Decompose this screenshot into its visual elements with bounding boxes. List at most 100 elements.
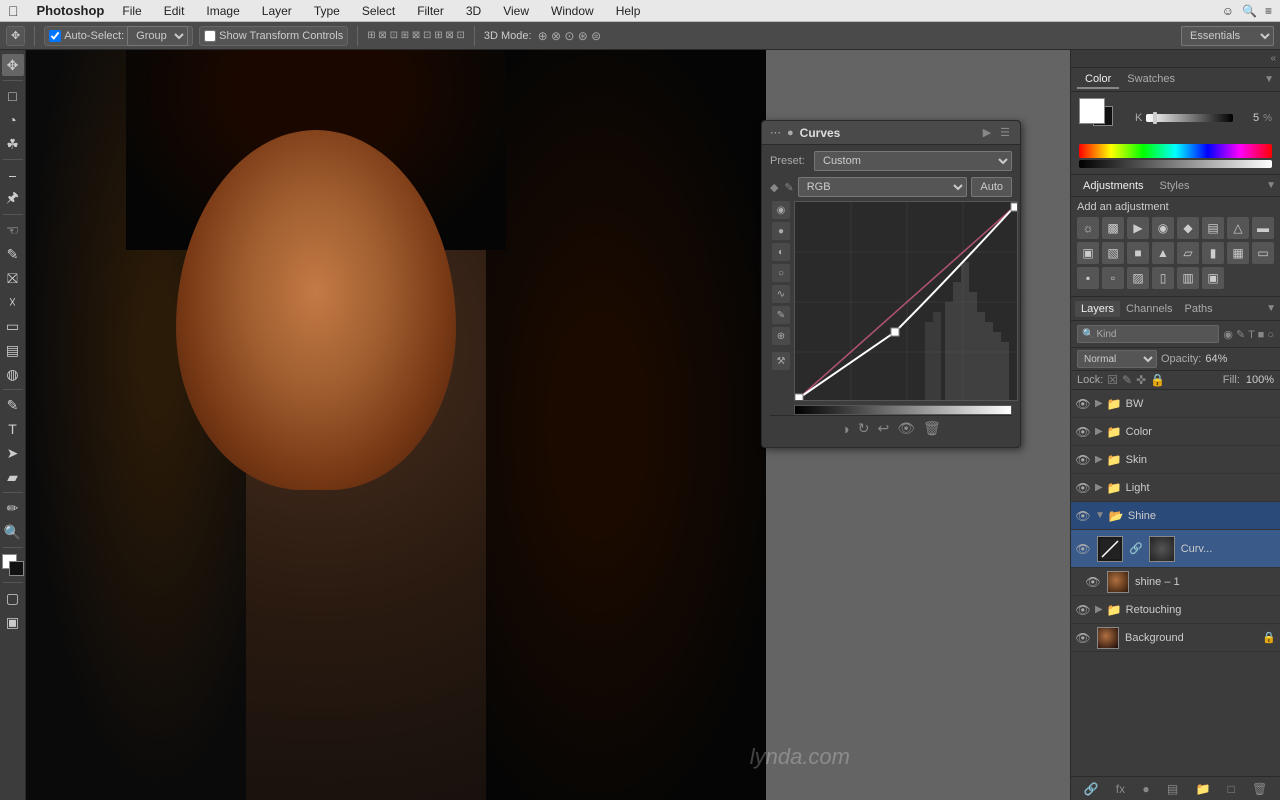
arrow-light[interactable]: ▶: [1095, 482, 1103, 493]
screen-mode-btn[interactable]: ▣: [2, 611, 24, 633]
menu-edit[interactable]: Edit: [160, 4, 189, 18]
text-tool[interactable]: T: [2, 418, 24, 440]
adj-gradient-fill-icon[interactable]: ▯: [1152, 267, 1174, 289]
lock-image-icon[interactable]: ✎: [1122, 373, 1132, 387]
adj-collapse-icon[interactable]: ▼: [1266, 180, 1276, 191]
adj-channel-mixer-icon[interactable]: ▧: [1102, 242, 1124, 264]
layer-row-retouching[interactable]: 👁 ▶ 📁 Retouching: [1071, 596, 1280, 624]
move-tool[interactable]: ✥: [2, 54, 24, 76]
lasso-tool[interactable]: ◔: [2, 109, 24, 131]
curves-canvas[interactable]: [794, 201, 1018, 401]
adj-grid-icon[interactable]: ▣: [1202, 267, 1224, 289]
menu-icon[interactable]: ≡: [1265, 4, 1272, 18]
adj-bw-icon[interactable]: ▬: [1252, 217, 1274, 239]
hand-tool[interactable]: ✏: [2, 497, 24, 519]
dodge-tool[interactable]: ◍: [2, 363, 24, 385]
tab-color[interactable]: Color: [1077, 71, 1119, 89]
lock-transparent-icon[interactable]: ☒: [1107, 373, 1118, 387]
curves-smooth-icon[interactable]: ∿: [772, 285, 790, 303]
panel-menu-icon[interactable]: ☰: [998, 126, 1012, 140]
history-brush[interactable]: ☓: [2, 291, 24, 313]
eye-curves[interactable]: 👁: [1075, 541, 1091, 557]
curves-refresh-icon[interactable]: ↻: [858, 420, 870, 437]
adjustment-layer-icon[interactable]: ▤: [1167, 782, 1178, 796]
marquee-tool[interactable]: □: [2, 85, 24, 107]
filter-type-icons[interactable]: ◉ ✎ T ■ ○: [1223, 328, 1274, 341]
color-spectrum-bar[interactable]: [1079, 144, 1272, 158]
eye-shine[interactable]: 👁: [1075, 508, 1091, 524]
channel-dropdown[interactable]: RGB Red Green Blue: [798, 177, 968, 197]
arrow-retouching[interactable]: ▶: [1095, 604, 1103, 615]
heal-tool[interactable]: ☜: [2, 219, 24, 241]
eye-retouching[interactable]: 👁: [1075, 602, 1091, 618]
curves-pencil-btn[interactable]: ✎: [784, 181, 793, 194]
curves-pencil-draw-icon[interactable]: ✎: [772, 306, 790, 324]
adj-pattern-icon[interactable]: ▥: [1177, 267, 1199, 289]
toggle-panel-icon[interactable]: «: [1270, 53, 1276, 64]
new-layer-icon[interactable]: □: [1228, 782, 1235, 796]
gradient-tool[interactable]: ▤: [2, 339, 24, 361]
auto-select-dropdown[interactable]: Group Layer: [127, 26, 188, 46]
menu-filter[interactable]: Filter: [413, 4, 448, 18]
curves-black-point-icon[interactable]: ●: [772, 222, 790, 240]
layer-row-shine[interactable]: 👁 ▼ 📂 Shine: [1071, 502, 1280, 530]
menu-help[interactable]: Help: [612, 4, 645, 18]
adj-color-lookup-icon[interactable]: ■: [1127, 242, 1149, 264]
menu-image[interactable]: Image: [202, 4, 243, 18]
adj-colorbalance-icon[interactable]: △: [1227, 217, 1249, 239]
link-layers-icon[interactable]: 🔗: [1084, 782, 1099, 796]
adj-vibrance-icon[interactable]: ◆: [1177, 217, 1199, 239]
adj-hdr-icon[interactable]: ▫: [1102, 267, 1124, 289]
adj-tab-styles[interactable]: Styles: [1152, 178, 1198, 194]
menu-type[interactable]: Type: [310, 4, 344, 18]
creative-cloud-icon[interactable]: ☺: [1222, 4, 1234, 18]
eraser-tool[interactable]: ▭: [2, 315, 24, 337]
adj-solid-color-icon[interactable]: ▨: [1127, 267, 1149, 289]
adj-posterize-icon[interactable]: ▱: [1177, 242, 1199, 264]
curves-graph[interactable]: ◉ ● ◐ ○ ∿ ✎ ⊕ ⚒: [794, 201, 1012, 401]
lightness-bar[interactable]: [1079, 160, 1272, 168]
tab-swatches[interactable]: Swatches: [1119, 71, 1183, 89]
adj-curves-icon[interactable]: ▶: [1127, 217, 1149, 239]
eyedropper-tool[interactable]: 🖈: [2, 188, 24, 210]
menu-select[interactable]: Select: [358, 4, 399, 18]
curves-white-point-icon[interactable]: ○: [772, 264, 790, 282]
menu-view[interactable]: View: [499, 4, 533, 18]
curves-targeting-icon[interactable]: ⊕: [772, 327, 790, 345]
lock-all-icon[interactable]: 🔒: [1150, 373, 1165, 387]
quick-select-tool[interactable]: ☘: [2, 133, 24, 155]
eye-bw[interactable]: 👁: [1075, 396, 1091, 412]
adj-gradient-map-icon[interactable]: ▦: [1227, 242, 1249, 264]
clone-tool[interactable]: ⛝: [2, 267, 24, 289]
adj-invert-icon[interactable]: ▲: [1152, 242, 1174, 264]
layers-filter-input[interactable]: 🔍 Kind: [1077, 325, 1219, 343]
layer-row-light[interactable]: 👁 ▶ 📁 Light: [1071, 474, 1280, 502]
tab-paths[interactable]: Paths: [1179, 301, 1219, 317]
tab-channels[interactable]: Channels: [1120, 301, 1178, 317]
lock-position-icon[interactable]: ✜: [1136, 373, 1146, 387]
edit-mode-btn[interactable]: ▢: [2, 587, 24, 609]
curves-edit-points-btn[interactable]: ◆: [770, 181, 778, 194]
zoom-tool[interactable]: 🔍: [2, 521, 24, 543]
preset-dropdown[interactable]: Custom Default Strong Contrast: [814, 151, 1012, 171]
curves-undo-icon[interactable]: ↩: [877, 420, 889, 437]
layer-row-shine1[interactable]: 👁 shine – 1: [1071, 568, 1280, 596]
layer-row-skin[interactable]: 👁 ▶ 📁 Skin: [1071, 446, 1280, 474]
fill-value[interactable]: 100%: [1246, 374, 1274, 386]
foreground-swatch[interactable]: [1079, 98, 1105, 124]
workspace-select[interactable]: Essentials Photography 3D: [1181, 26, 1274, 46]
eye-skin[interactable]: 👁: [1075, 452, 1091, 468]
tab-layers[interactable]: Layers: [1075, 301, 1120, 317]
arrow-color[interactable]: ▶: [1095, 426, 1103, 437]
adj-photo-filter-icon[interactable]: ▣: [1077, 242, 1099, 264]
curves-gray-point-icon[interactable]: ◐: [772, 243, 790, 261]
eye-background[interactable]: 👁: [1075, 630, 1091, 646]
search-icon[interactable]: 🔍: [1242, 4, 1257, 18]
path-select-tool[interactable]: ➤: [2, 442, 24, 464]
adj-tab-adjustments[interactable]: Adjustments: [1075, 178, 1152, 194]
curves-trash-icon[interactable]: 🗑: [923, 420, 941, 437]
add-mask-icon[interactable]: ●: [1142, 782, 1149, 796]
crop-tool[interactable]: ⎯: [2, 164, 24, 186]
expand-icon[interactable]: ▶: [980, 126, 994, 140]
curves-eye-icon[interactable]: 👁: [897, 420, 915, 437]
